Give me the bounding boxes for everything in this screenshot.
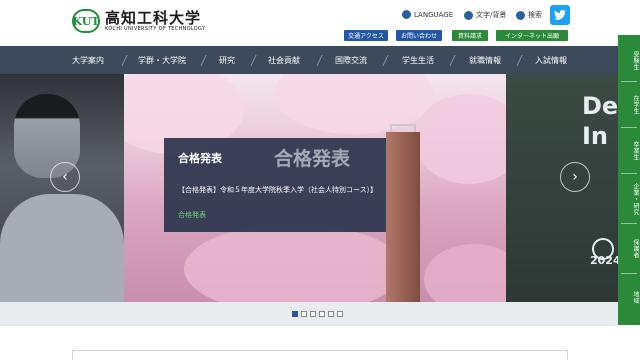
news-card[interactable]: 合格発表 合格発表 【合格発表】令和５年度大学院秋季入学（社会人特別コース）】 …: [164, 138, 386, 232]
search-link[interactable]: 検索: [516, 10, 542, 20]
slide-dot-3[interactable]: [310, 311, 316, 317]
side-tab-companies[interactable]: 企業・研究: [618, 177, 640, 221]
nav-student-life[interactable]: 学生生活: [402, 46, 434, 74]
search-label: 検索: [528, 11, 542, 19]
twitter-button[interactable]: [550, 5, 570, 25]
clock-tower: [386, 132, 420, 302]
news-card-category: 合格発表: [178, 211, 206, 219]
slide-dot-1[interactable]: [292, 311, 298, 317]
page: KUT 高知工科大学 KOCHI UNIVERSITY OF TECHNOLOG…: [0, 0, 640, 360]
university-logo[interactable]: KUT 高知工科大学 KOCHI UNIVERSITY OF TECHNOLOG…: [72, 9, 205, 33]
nav-faculties[interactable]: 学群・大学院: [138, 46, 186, 74]
news-card-watermark: 合格発表: [274, 148, 351, 170]
slide-dot-5[interactable]: [328, 311, 334, 317]
chevron-right-icon: ›: [572, 169, 578, 185]
side-tab-community[interactable]: 地域: [618, 277, 640, 317]
globe-icon: [402, 10, 411, 19]
logo-english-name: KOCHI UNIVERSITY OF TECHNOLOGY: [105, 25, 206, 32]
main-nav: 大学案内 学群・大学院 研究 社会貢献 国際交流 学生生活 就職情報 入試情報: [0, 46, 618, 74]
nav-about[interactable]: 大学案内: [72, 46, 104, 74]
content-section-top: [72, 350, 568, 360]
access-button[interactable]: 交通アクセス: [344, 30, 388, 41]
next-slide-text-2: In: [582, 122, 609, 150]
header: KUT 高知工科大学 KOCHI UNIVERSITY OF TECHNOLOG…: [0, 0, 618, 46]
logo-japanese-name: 高知工科大学: [105, 8, 202, 27]
side-tab-applicants[interactable]: 受験生: [618, 43, 640, 79]
gear-icon: [464, 10, 473, 20]
slide-dot-2[interactable]: [301, 311, 307, 317]
next-slide-text-1: De: [582, 92, 618, 120]
slide-dot-6[interactable]: [337, 311, 343, 317]
nav-research[interactable]: 研究: [219, 46, 235, 74]
side-tab-parents[interactable]: 保護者: [618, 227, 640, 271]
slider-pagination: [0, 302, 618, 326]
side-tab-alumni[interactable]: 卒業生: [618, 131, 640, 171]
online-application-button[interactable]: インターネット出願: [496, 30, 568, 41]
contact-button[interactable]: お問い合わせ: [396, 30, 442, 41]
twitter-icon: [554, 10, 566, 20]
brochure-button[interactable]: 資料請求: [452, 30, 488, 41]
language-label: LANGUAGE: [414, 10, 454, 19]
text-size-link[interactable]: 文字/背景: [464, 10, 506, 20]
next-slide-button[interactable]: ›: [560, 162, 590, 192]
slide-dot-4[interactable]: [319, 311, 325, 317]
nav-international[interactable]: 国際交流: [335, 46, 367, 74]
news-card-title: 合格発表: [178, 152, 222, 165]
news-card-text[interactable]: 【合格発表】令和５年度大学院秋季入学（社会人特別コース）】: [178, 184, 378, 196]
previous-slide-button[interactable]: ‹: [50, 162, 80, 192]
next-slide-year: 2024: [590, 254, 618, 267]
text-size-label: 文字/背景: [476, 11, 507, 19]
nav-social-contribution[interactable]: 社会貢献: [268, 46, 300, 74]
nav-admissions[interactable]: 入試情報: [535, 46, 567, 74]
search-icon: [516, 10, 525, 20]
side-tab-menu: 受験生 在学生 卒業生 企業・研究 保護者 地域: [618, 35, 640, 325]
nav-careers[interactable]: 就職情報: [469, 46, 501, 74]
chevron-left-icon: ‹: [62, 169, 68, 185]
language-link[interactable]: LANGUAGE: [402, 10, 453, 19]
logo-mark: KUT: [72, 9, 100, 33]
side-tab-students[interactable]: 在学生: [618, 85, 640, 125]
